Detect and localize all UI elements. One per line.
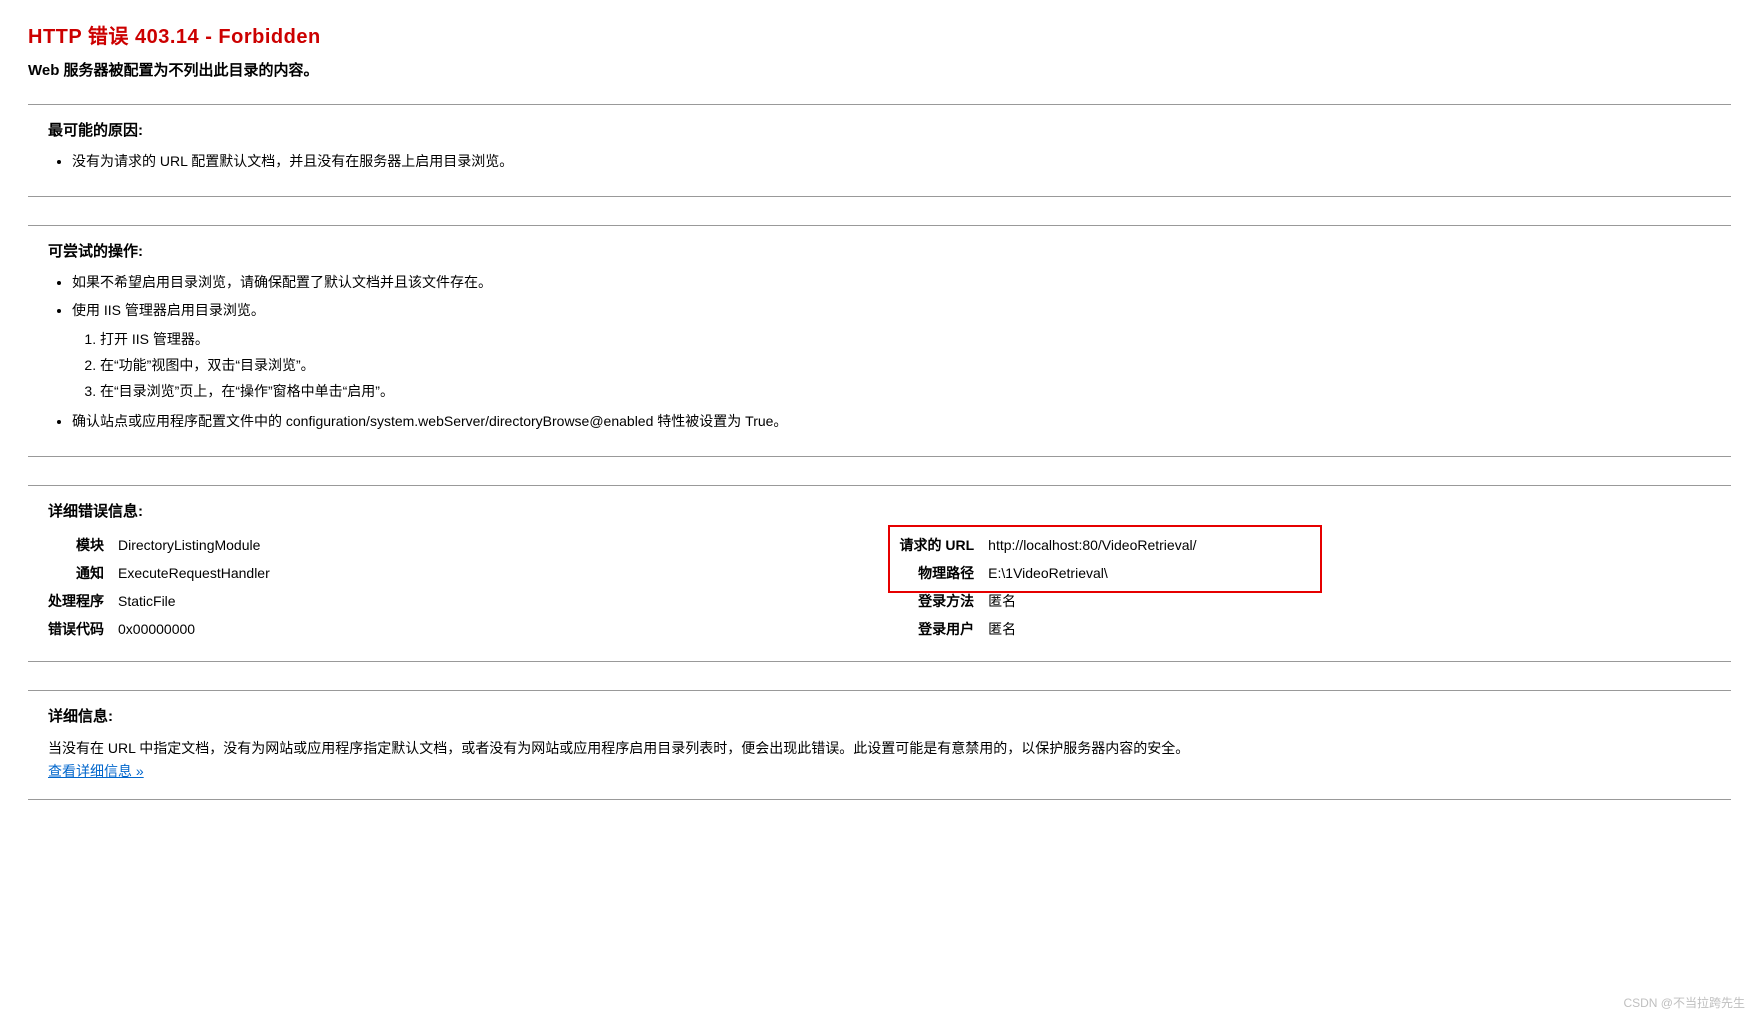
detail-key: 请求的 URL	[900, 531, 989, 559]
moreinfo-link[interactable]: 查看详细信息 »	[48, 763, 144, 779]
details-section: 详细错误信息: 模块DirectoryListingModule 通知Execu…	[28, 485, 1731, 662]
action-step: 在“功能”视图中，双击“目录浏览”。	[100, 354, 1711, 378]
causes-title: 最可能的原因:	[48, 119, 1711, 140]
error-subtitle: Web 服务器被配置为不列出此目录的内容。	[28, 59, 1731, 80]
detail-key: 错误代码	[48, 615, 118, 643]
details-left-column: 模块DirectoryListingModule 通知ExecuteReques…	[48, 531, 860, 643]
detail-value: DirectoryListingModule	[118, 531, 270, 559]
detail-value: 0x00000000	[118, 615, 270, 643]
watermark: CSDN @不当拉跨先生	[1623, 994, 1745, 1011]
detail-key: 物理路径	[900, 559, 989, 587]
detail-value: E:\1VideoRetrieval\	[988, 559, 1196, 587]
detail-key: 通知	[48, 559, 118, 587]
detail-key: 登录方法	[900, 587, 989, 615]
moreinfo-section: 详细信息: 当没有在 URL 中指定文档，没有为网站或应用程序指定默认文档，或者…	[28, 690, 1731, 800]
details-title: 详细错误信息:	[48, 500, 1711, 521]
actions-title: 可尝试的操作:	[48, 240, 1711, 261]
detail-value: http://localhost:80/VideoRetrieval/	[988, 531, 1196, 559]
action-item: 如果不希望启用目录浏览，请确保配置了默认文档并且该文件存在。	[72, 271, 1711, 295]
detail-value: ExecuteRequestHandler	[118, 559, 270, 587]
detail-value: StaticFile	[118, 587, 270, 615]
detail-key: 处理程序	[48, 587, 118, 615]
details-right-column: 请求的 URLhttp://localhost:80/VideoRetrieva…	[900, 531, 1712, 643]
action-step: 在“目录浏览”页上，在“操作”窗格中单击“启用”。	[100, 380, 1711, 404]
action-item-label: 使用 IIS 管理器启用目录浏览。	[72, 302, 265, 318]
detail-row: 通知ExecuteRequestHandler	[48, 559, 270, 587]
detail-row: 请求的 URLhttp://localhost:80/VideoRetrieva…	[900, 531, 1197, 559]
detail-key: 模块	[48, 531, 118, 559]
detail-row: 物理路径E:\1VideoRetrieval\	[900, 559, 1197, 587]
moreinfo-title: 详细信息:	[48, 705, 1711, 726]
detail-row: 处理程序StaticFile	[48, 587, 270, 615]
action-step: 打开 IIS 管理器。	[100, 328, 1711, 352]
action-item: 使用 IIS 管理器启用目录浏览。 打开 IIS 管理器。 在“功能”视图中，双…	[72, 299, 1711, 404]
moreinfo-text: 当没有在 URL 中指定文档，没有为网站或应用程序指定默认文档，或者没有为网站或…	[48, 736, 1711, 761]
detail-row: 登录用户匿名	[900, 615, 1197, 643]
detail-row: 模块DirectoryListingModule	[48, 531, 270, 559]
detail-value: 匿名	[988, 587, 1196, 615]
detail-row: 登录方法匿名	[900, 587, 1197, 615]
error-title: HTTP 错误 403.14 - Forbidden	[28, 20, 1731, 49]
detail-value: 匿名	[988, 615, 1196, 643]
detail-row: 错误代码0x00000000	[48, 615, 270, 643]
cause-item: 没有为请求的 URL 配置默认文档，并且没有在服务器上启用目录浏览。	[72, 150, 1711, 174]
action-item: 确认站点或应用程序配置文件中的 configuration/system.web…	[72, 410, 1711, 434]
detail-key: 登录用户	[900, 615, 989, 643]
actions-section: 可尝试的操作: 如果不希望启用目录浏览，请确保配置了默认文档并且该文件存在。 使…	[28, 225, 1731, 457]
causes-section: 最可能的原因: 没有为请求的 URL 配置默认文档，并且没有在服务器上启用目录浏…	[28, 104, 1731, 197]
